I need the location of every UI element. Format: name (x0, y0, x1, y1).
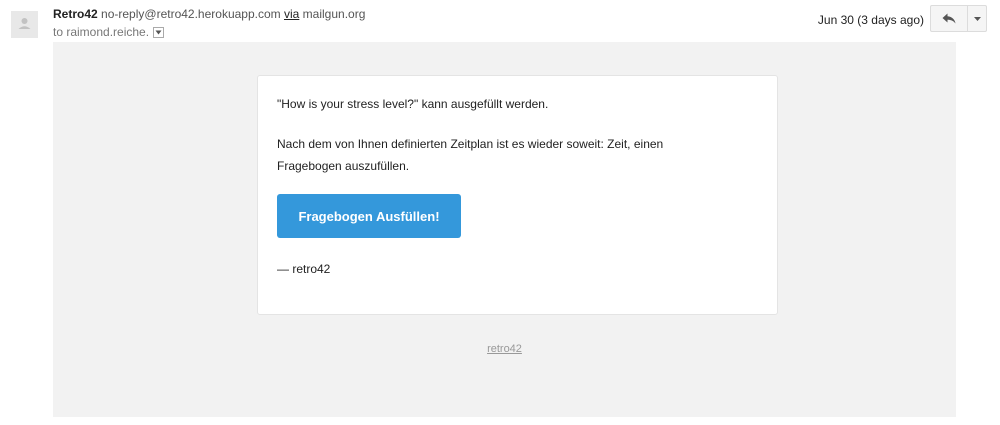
sender-line: Retro42 no-reply@retro42.herokuapp.com v… (53, 7, 365, 21)
message-card: "How is your stress level?" kann ausgefü… (257, 75, 778, 315)
reply-button[interactable] (930, 5, 968, 32)
recipient-text: to raimond.reiche. (53, 25, 150, 39)
chevron-down-icon (973, 16, 981, 21)
via-link[interactable]: via (284, 7, 299, 21)
sender-name[interactable]: Retro42 (53, 7, 98, 21)
message-body: "How is your stress level?" kann ausgefü… (53, 42, 956, 417)
message-date[interactable]: Jun 30 (3 days ago) (818, 13, 924, 27)
via-domain: mailgun.org (302, 7, 366, 21)
message-line-1: "How is your stress level?" kann ausgefü… (277, 97, 549, 111)
show-details-button[interactable] (153, 26, 165, 38)
sender-email: no-reply@retro42.herokuapp.com (101, 7, 281, 21)
message-line-2: Nach dem von Ihnen definierten Zeitplan … (277, 137, 664, 151)
message-line-3: Fragebogen auszufüllen. (277, 159, 410, 173)
sender-avatar (11, 11, 38, 38)
more-options-button[interactable] (967, 5, 987, 32)
footer-link[interactable]: retro42 (487, 343, 522, 355)
reply-arrow-icon (942, 13, 956, 24)
footer: retro42 (53, 343, 956, 355)
fill-questionnaire-button[interactable]: Fragebogen Ausfüllen! (277, 194, 461, 238)
signature: — retro42 (277, 262, 331, 276)
recipient-line: to raimond.reiche. (53, 25, 165, 39)
chevron-down-icon (155, 30, 162, 34)
person-icon (18, 18, 31, 29)
